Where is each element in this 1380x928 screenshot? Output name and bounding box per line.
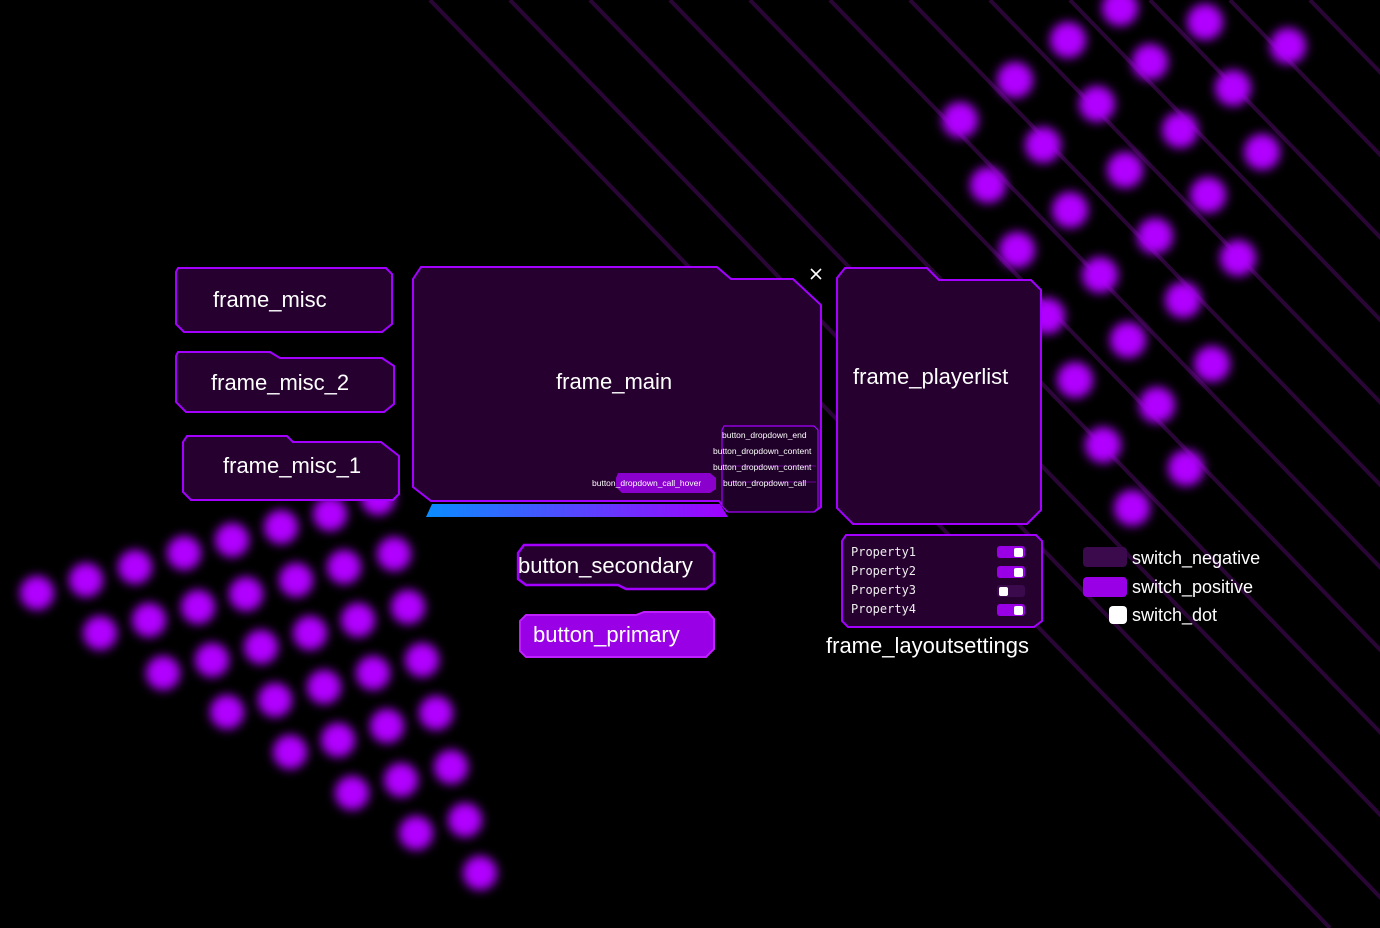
decorative-glow-dot: [1244, 134, 1280, 170]
dropdown-call-hover-shape: [616, 473, 716, 493]
decorative-glow-dot: [215, 523, 249, 557]
frame-misc: [175, 267, 393, 333]
legend-switch-negative-swatch: [1083, 547, 1127, 567]
progress-bar: [426, 504, 728, 517]
decorative-glow-dot: [327, 550, 361, 584]
decorative-glow-dot: [83, 616, 117, 650]
decorative-glow-dot: [384, 763, 418, 797]
decorative-glow-dot: [1114, 490, 1150, 526]
decorative-glow-dot: [167, 536, 201, 570]
decorative-glow-dot: [399, 816, 433, 850]
frame-misc-2: [175, 351, 395, 413]
decorative-glow-dot: [377, 537, 411, 571]
button-primary-shape: [519, 611, 715, 658]
property-4-switch[interactable]: [997, 604, 1025, 616]
button-secondary-shape: [516, 543, 716, 591]
decorative-glow-dot: [1190, 177, 1226, 213]
decorative-glow-dot: [999, 232, 1035, 268]
decorative-glow-dot: [132, 603, 166, 637]
decorative-glow-dot: [341, 603, 375, 637]
switch-dot: [999, 587, 1008, 596]
decorative-glow-dot: [1220, 240, 1256, 276]
decorative-glow-dot: [1165, 282, 1201, 318]
decorative-glow-dot: [405, 643, 439, 677]
decorative-glow-dot: [273, 735, 307, 769]
decorative-glow-dot: [181, 590, 215, 624]
legend-switch-positive-swatch: [1083, 577, 1127, 597]
frame-misc-1: [182, 435, 400, 501]
decorative-glow-dot: [20, 576, 54, 610]
decorative-glow-dot: [419, 696, 453, 730]
decorative-glow-dot: [293, 616, 327, 650]
decorative-glow-dot: [1107, 152, 1143, 188]
switch-dot: [1014, 606, 1023, 615]
decorative-glow-dot: [1057, 362, 1093, 398]
switch-dot: [1014, 548, 1023, 557]
legend-switch-dot-swatch: [1109, 606, 1127, 624]
property-3-switch[interactable]: [997, 585, 1025, 597]
decorative-glow-dot: [434, 750, 468, 784]
decorative-glow-dot: [146, 656, 180, 690]
decorative-glow-dot: [356, 656, 390, 690]
decorative-glow-dot: [1187, 4, 1223, 40]
decorative-glow-dot: [370, 709, 404, 743]
decorative-glow-dot: [997, 62, 1033, 98]
decorative-glow-dot: [118, 550, 152, 584]
decorative-glow-dot: [1082, 257, 1118, 293]
decorative-glow-dot: [244, 630, 278, 664]
decorative-glow-dot: [1270, 28, 1306, 64]
decorative-glow-dot: [942, 102, 978, 138]
decorative-glow-dot: [1139, 387, 1175, 423]
decorative-glow-dot: [258, 683, 292, 717]
decorative-glow-dot: [229, 577, 263, 611]
decorative-glow-dot: [1215, 70, 1251, 106]
decorative-glow-dot: [195, 643, 229, 677]
decorative-glow-dot: [1025, 127, 1061, 163]
frame-playerlist: [836, 267, 1042, 525]
property-1-switch[interactable]: [997, 546, 1025, 558]
close-icon[interactable]: [808, 266, 824, 282]
decorative-glow-dot: [1132, 44, 1168, 80]
decorative-glow-dot: [1085, 427, 1121, 463]
decorative-line: [1308, 0, 1380, 76]
decorative-glow-dot: [335, 776, 369, 810]
decorative-glow-dot: [463, 856, 497, 890]
dropdown-panel: [721, 425, 819, 513]
decorative-glow-dot: [321, 723, 355, 757]
decorative-glow-dot: [1168, 450, 1204, 486]
decorative-glow-dot: [391, 590, 425, 624]
decorative-glow-dot: [1079, 86, 1115, 122]
decorative-glow-dot: [69, 563, 103, 597]
decorative-glow-dot: [1102, 0, 1138, 26]
decorative-glow-dot: [1194, 346, 1230, 382]
decorative-glow-dot: [1050, 22, 1086, 58]
decorative-glow-dot: [307, 670, 341, 704]
decorative-glow-dot: [279, 563, 313, 597]
decorative-glow-dot: [1162, 112, 1198, 148]
decorative-glow-dot: [1052, 192, 1088, 228]
property-2-switch[interactable]: [997, 566, 1025, 578]
switch-dot: [1014, 568, 1023, 577]
decorative-glow-dot: [970, 167, 1006, 203]
decorative-glow-dot: [1110, 322, 1146, 358]
decorative-glow-dot: [1137, 218, 1173, 254]
decorative-glow-dot: [264, 510, 298, 544]
decorative-line: [1068, 0, 1380, 323]
decorative-glow-dot: [448, 803, 482, 837]
decorative-glow-dot: [210, 695, 244, 729]
